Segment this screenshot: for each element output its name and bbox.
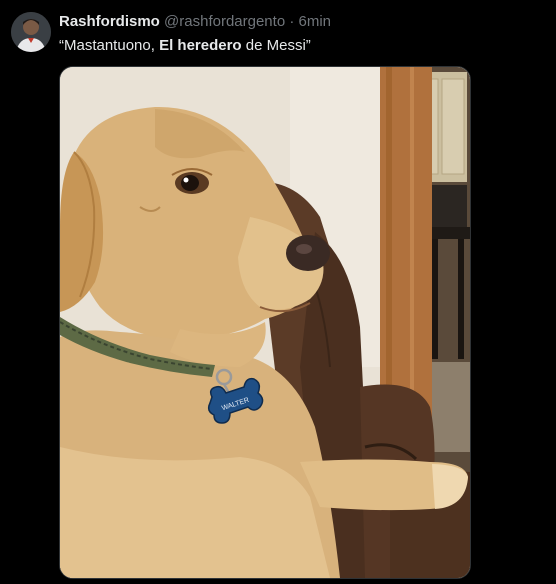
dog-photo: WALTER	[60, 67, 470, 578]
tweet-media[interactable]: WALTER	[59, 66, 471, 579]
tweet: Rashfordismo @rashfordargento · 6min “Ma…	[0, 0, 556, 584]
tweet-text-prefix: “Mastantuono,	[59, 37, 160, 54]
avatar-image	[11, 12, 51, 52]
tweet-text-suffix: de Messi”	[241, 37, 311, 54]
tweet-text: “Mastantuono, El heredero de Messi”	[59, 36, 311, 56]
tweet-text-bold: El heredero	[159, 37, 242, 54]
tweet-header: Rashfordismo @rashfordargento · 6min	[59, 13, 331, 31]
timestamp[interactable]: 6min	[299, 13, 332, 30]
avatar[interactable]	[11, 12, 51, 52]
display-name[interactable]: Rashfordismo	[59, 13, 160, 30]
user-handle[interactable]: @rashfordargento	[164, 13, 285, 30]
separator-dot: ·	[289, 13, 295, 30]
